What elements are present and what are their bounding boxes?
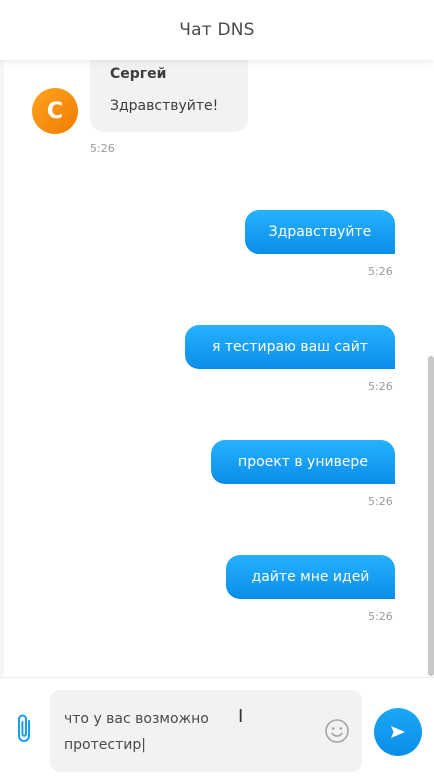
outgoing-bubble: Здравствуйте [245, 210, 395, 254]
chat-header: Чат DNS [0, 0, 434, 60]
paperclip-icon[interactable] [14, 712, 36, 746]
message-input-value[interactable]: что у вас возможно протестир| [64, 706, 314, 758]
scrollbar-thumb[interactable] [428, 356, 434, 676]
send-button[interactable] [374, 708, 422, 756]
message-time: 5:26 [368, 265, 393, 278]
i-beam-cursor-icon: I [238, 706, 244, 727]
message-input[interactable]: что у вас возможно протестир| I [50, 690, 362, 772]
message-input-line: что у вас возможно [64, 711, 209, 727]
message-list[interactable]: С Сергей Здравствуйте! 5:26 Здравствуйте… [0, 60, 434, 677]
chat-title: Чат DNS [179, 20, 255, 40]
message-author: Сергей [110, 66, 167, 82]
send-arrow-icon [391, 726, 405, 738]
message-input-line: протестир| [64, 737, 146, 753]
message-time: 5:26 [90, 142, 115, 155]
incoming-bubble: Сергей Здравствуйте! [90, 60, 248, 132]
outgoing-text: проект в универе [238, 454, 368, 470]
message-time: 5:26 [368, 610, 393, 623]
outgoing-text: Здравствуйте [268, 224, 372, 240]
message-composer: что у вас возможно протестир| I [0, 677, 434, 783]
outgoing-bubble: я тестираю ваш сайт [185, 325, 395, 369]
outgoing-bubble: дайте мне идей [226, 555, 395, 599]
chat-window: Чат DNS С Сергей Здравствуйте! 5:26 Здра… [0, 0, 434, 783]
outgoing-bubble: проект в универе [211, 440, 395, 484]
message-time: 5:26 [368, 380, 393, 393]
smiley-icon[interactable] [324, 718, 350, 744]
avatar-letter: С [46, 98, 64, 124]
incoming-message: С Сергей Здравствуйте! 5:26 [0, 60, 300, 160]
outgoing-text: дайте мне идей [251, 569, 370, 585]
message-time: 5:26 [368, 495, 393, 508]
avatar: С [32, 88, 78, 134]
incoming-text: Здравствуйте! [110, 98, 219, 114]
outgoing-text: я тестираю ваш сайт [212, 339, 368, 355]
